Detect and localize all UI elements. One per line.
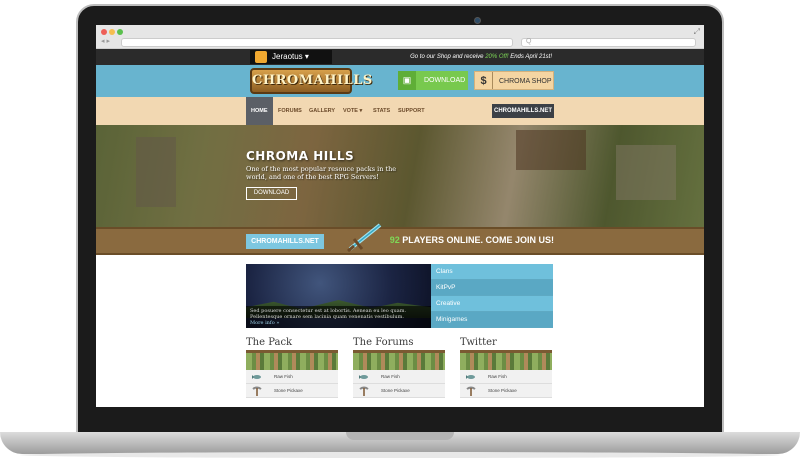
players-text: PLAYERS ONLINE. COME JOIN US! xyxy=(399,235,554,245)
hero-title: CHROMA HILLS xyxy=(246,149,355,163)
screen: ◂ ▸ Q ⤢ Jeraotus ▾ Go to our Shop and re… xyxy=(96,25,704,407)
more-info-link[interactable]: More info » xyxy=(250,320,279,326)
download-button[interactable]: ▣ DOWNLOAD xyxy=(398,71,468,90)
promo-text: Go to our Shop and receive 20% Off! Ends… xyxy=(410,49,552,65)
browser-search-input[interactable]: Q xyxy=(521,38,696,47)
featured-slider[interactable]: Sed posuere consectetur est at lobortis.… xyxy=(246,264,431,328)
main-content: Sed posuere consectetur est at lobortis.… xyxy=(96,255,704,407)
camera-icon xyxy=(474,17,481,24)
side-item-kitpvp[interactable]: KitPvP xyxy=(431,280,553,296)
promo-suffix: Ends April 21st! xyxy=(508,54,552,60)
side-item-clans[interactable]: Clans xyxy=(431,264,553,280)
slider-caption-text: Sed posuere consectetur est at lobortis.… xyxy=(250,308,407,320)
item-label: Stone Pickaxe xyxy=(488,388,517,393)
list-item[interactable]: Raw Fish xyxy=(353,370,445,384)
column-title: Twitter xyxy=(460,337,497,348)
side-item-minigames[interactable]: Minigames xyxy=(431,312,553,328)
players-count: 92 xyxy=(389,235,400,245)
nav-vote[interactable]: VOTE ▾ xyxy=(343,97,362,125)
address-bar[interactable] xyxy=(121,38,513,47)
laptop-shadow xyxy=(20,452,780,458)
laptop-notch xyxy=(346,432,454,440)
download-label: DOWNLOAD xyxy=(424,77,466,84)
hero-description: One of the most popular resouce packs in… xyxy=(246,165,397,182)
site-logo[interactable]: CHROMAHILLS xyxy=(250,68,372,94)
list-item[interactable]: Raw Fish xyxy=(460,370,552,384)
pickaxe-icon xyxy=(466,386,476,396)
nav-forums[interactable]: FORUMS xyxy=(278,97,302,125)
chromahills-net-button[interactable]: CHROMAHILLS.NET xyxy=(492,104,554,118)
promo-prefix: Go to our Shop and receive xyxy=(410,54,486,60)
search-icon: Q xyxy=(526,38,532,45)
column-the-forums: The Forums Raw Fish Stone Pickaxe xyxy=(353,337,445,398)
column-twitter: Twitter Raw Fish Stone Pickaxe xyxy=(460,337,552,398)
pickaxe-icon xyxy=(359,386,369,396)
top-bar: Jeraotus ▾ Go to our Shop and receive 20… xyxy=(96,49,704,65)
fish-icon xyxy=(466,375,475,379)
dollar-icon: $ xyxy=(475,72,493,89)
column-image xyxy=(353,350,445,370)
sword-icon xyxy=(347,223,382,253)
item-label: Raw Fish xyxy=(488,374,507,379)
user-menu[interactable]: Jeraotus ▾ xyxy=(250,50,332,64)
pickaxe-icon xyxy=(252,386,262,396)
list-item[interactable]: Stone Pickaxe xyxy=(460,384,552,398)
nav-gallery[interactable]: GALLERY xyxy=(309,97,335,125)
players-online: 92 PLAYERS ONLINE. COME JOIN US! xyxy=(390,235,554,245)
column-the-pack: The Pack Raw Fish Stone Pickaxe xyxy=(246,337,338,398)
list-item[interactable]: Stone Pickaxe xyxy=(353,384,445,398)
column-image xyxy=(246,350,338,370)
promo-highlight: 20% Off! xyxy=(485,54,509,60)
status-bar: CHROMAHILLS.NET 92 PLAYERS ONLINE. COME … xyxy=(96,223,704,255)
slider-caption: Sed posuere consectetur est at lobortis.… xyxy=(246,306,431,328)
maximize-window-icon[interactable] xyxy=(117,29,123,35)
browser-toolbar: ◂ ▸ Q ⤢ xyxy=(96,25,704,49)
site-header: CHROMAHILLS ▣ DOWNLOAD $ CHROMA SHOP xyxy=(96,65,704,97)
close-window-icon[interactable] xyxy=(101,29,107,35)
server-modes-list: Clans KitPvP Creative Minigames xyxy=(431,264,553,328)
nav-stats[interactable]: STATS xyxy=(373,97,390,125)
column-title: The Forums xyxy=(353,337,414,348)
main-nav: HOME FORUMS GALLERY VOTE ▾ STATS SUPPORT… xyxy=(96,97,704,125)
item-label: Raw Fish xyxy=(274,374,293,379)
list-item[interactable]: Stone Pickaxe xyxy=(246,384,338,398)
hero-download-button[interactable]: DOWNLOAD xyxy=(246,187,297,200)
side-item-creative[interactable]: Creative xyxy=(431,296,553,312)
download-box-icon: ▣ xyxy=(398,71,416,90)
chroma-shop-button[interactable]: $ CHROMA SHOP xyxy=(474,71,554,90)
shop-label: CHROMA SHOP xyxy=(499,78,552,85)
item-label: Stone Pickaxe xyxy=(381,388,410,393)
fish-icon xyxy=(359,375,368,379)
item-label: Stone Pickaxe xyxy=(274,388,303,393)
user-avatar-icon xyxy=(255,51,267,63)
minimize-window-icon[interactable] xyxy=(109,29,115,35)
list-item[interactable]: Raw Fish xyxy=(246,370,338,384)
username: Jeraotus ▾ xyxy=(272,52,309,61)
item-label: Raw Fish xyxy=(381,374,400,379)
nav-home[interactable]: HOME xyxy=(246,97,273,125)
server-address-button[interactable]: CHROMAHILLS.NET xyxy=(246,234,324,249)
back-forward-icon[interactable]: ◂ ▸ xyxy=(101,37,110,45)
fullscreen-icon[interactable]: ⤢ xyxy=(694,27,700,37)
nav-support[interactable]: SUPPORT xyxy=(398,97,425,125)
column-image xyxy=(460,350,552,370)
hero-banner: CHROMA HILLS One of the most popular res… xyxy=(96,125,704,227)
fish-icon xyxy=(252,375,261,379)
column-title: The Pack xyxy=(246,337,293,348)
